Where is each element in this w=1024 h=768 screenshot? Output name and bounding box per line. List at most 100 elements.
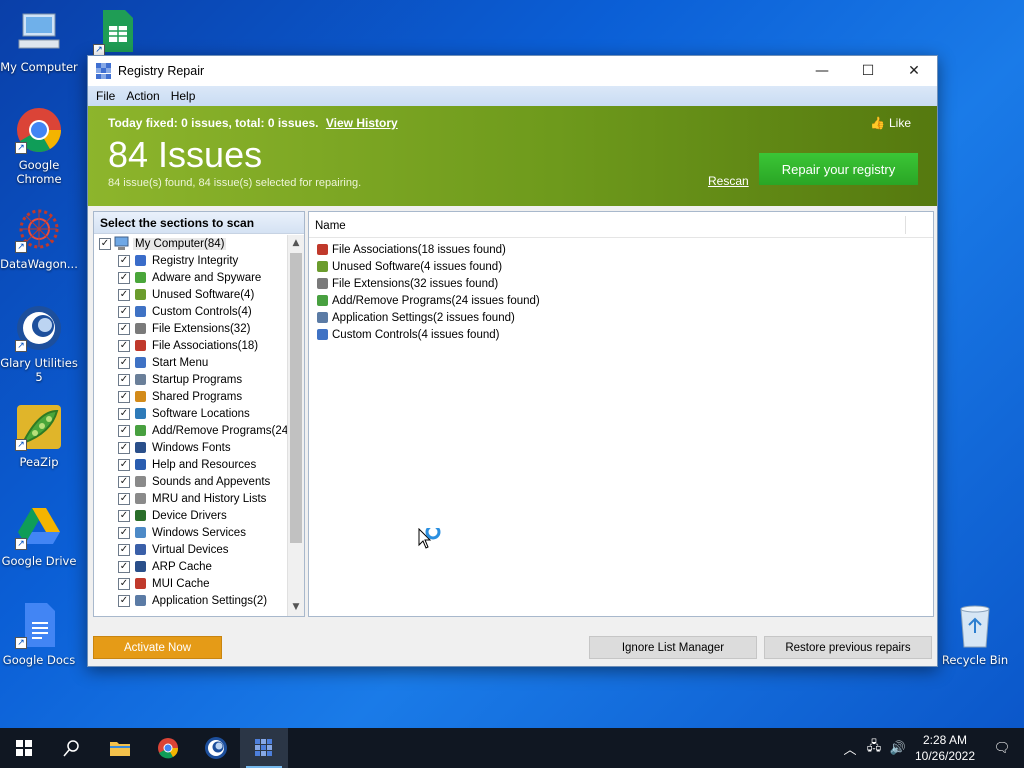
checkbox[interactable]: ✓: [118, 492, 130, 505]
tree-item[interactable]: ✓ Software Locations: [94, 405, 288, 422]
tree-item[interactable]: ✓ Startup Programs: [94, 371, 288, 388]
tree-item[interactable]: ✓ Unused Software(4): [94, 286, 288, 303]
tree-item[interactable]: ✓ Custom Controls(4): [94, 303, 288, 320]
section-icon: [133, 508, 148, 523]
checkbox[interactable]: ✓: [118, 254, 130, 267]
scroll-up-icon[interactable]: ▲: [288, 235, 304, 252]
tree-item[interactable]: ✓ MRU and History Lists: [94, 490, 288, 507]
checkbox[interactable]: ✓: [118, 356, 130, 369]
title-bar[interactable]: Registry Repair — ☐ ✕: [88, 56, 937, 86]
shortcut-arrow-icon: ↗: [15, 439, 27, 451]
tree-item[interactable]: ✓ Start Menu: [94, 354, 288, 371]
checkbox[interactable]: ✓: [118, 271, 130, 284]
tree-item-label: Adware and Spyware: [152, 271, 262, 284]
system-tray: ︿ 🖧 🔊 2:28 AM 10/26/2022 🗨: [838, 728, 1024, 768]
column-header-name[interactable]: Name: [309, 212, 933, 238]
desktop-icon-google-drive[interactable]: ↗ Google Drive: [0, 502, 78, 568]
desktop-icon-datawagon[interactable]: ↗ DataWagon...: [0, 205, 78, 271]
tree-item[interactable]: ✓ Help and Resources: [94, 456, 288, 473]
checkbox[interactable]: ✓: [118, 407, 130, 420]
issue-row[interactable]: Add/Remove Programs(24 issues found): [315, 292, 933, 309]
checkbox[interactable]: ✓: [118, 441, 130, 454]
menu-help[interactable]: Help: [169, 89, 205, 103]
network-icon[interactable]: 🖧: [862, 737, 886, 759]
tree-item[interactable]: ✓ Sounds and Appevents: [94, 473, 288, 490]
tree-item[interactable]: ✓ MUI Cache: [94, 575, 288, 592]
menu-action[interactable]: Action: [124, 89, 168, 103]
issue-row[interactable]: File Associations(18 issues found): [315, 241, 933, 258]
desktop-icon-google-docs[interactable]: ↗ Google Docs: [0, 601, 78, 667]
desktop-icon-my-computer[interactable]: My Computer: [0, 8, 78, 74]
start-button[interactable]: [0, 728, 48, 768]
tree-item[interactable]: ✓ Shared Programs: [94, 388, 288, 405]
scroll-down-icon[interactable]: ▼: [288, 599, 304, 616]
checkbox[interactable]: ✓: [118, 305, 130, 318]
like-button[interactable]: 👍 Like: [870, 116, 911, 130]
restore-previous-repairs-button[interactable]: Restore previous repairs: [764, 636, 932, 659]
checkbox[interactable]: ✓: [118, 543, 130, 556]
checkbox[interactable]: ✓: [118, 373, 130, 386]
tree-item[interactable]: ✓ Virtual Devices: [94, 541, 288, 558]
repair-registry-button[interactable]: Repair your registry: [759, 153, 918, 185]
checkbox[interactable]: ✓: [118, 526, 130, 539]
issue-row[interactable]: File Extensions(32 issues found): [315, 275, 933, 292]
tree-item[interactable]: ✓ Device Drivers: [94, 507, 288, 524]
tree-item[interactable]: ✓ File Associations(18): [94, 337, 288, 354]
checkbox[interactable]: ✓: [118, 424, 130, 437]
checkbox[interactable]: ✓: [118, 390, 130, 403]
desktop-icon-peazip[interactable]: ↗ PeaZip: [0, 403, 78, 469]
chevron-up-icon[interactable]: ︿: [838, 739, 862, 758]
close-button[interactable]: ✕: [891, 56, 937, 86]
tree-item-label: Custom Controls(4): [152, 305, 252, 318]
volume-icon[interactable]: 🔊: [886, 740, 910, 756]
tree-item[interactable]: ✓ File Extensions(32): [94, 320, 288, 337]
tree-item[interactable]: ✓ Windows Services: [94, 524, 288, 541]
checkbox[interactable]: ✓: [118, 339, 130, 352]
desktop-icon-glary-utilities[interactable]: ↗ Glary Utilities 5: [0, 304, 78, 384]
checkbox[interactable]: ✓: [118, 458, 130, 471]
desktop-icon-google-chrome[interactable]: ↗ Google Chrome: [0, 106, 78, 186]
tree-root-label: My Computer(84): [133, 237, 227, 250]
maximize-button[interactable]: ☐: [845, 56, 891, 86]
checkbox[interactable]: ✓: [99, 237, 111, 250]
column-separator[interactable]: [905, 216, 906, 234]
desktop-icon-label: Recycle Bin: [941, 653, 1009, 667]
issue-row[interactable]: Application Settings(2 issues found): [315, 309, 933, 326]
ignore-list-manager-button[interactable]: Ignore List Manager: [589, 636, 757, 659]
tree-item[interactable]: ✓ Application Settings(2): [94, 592, 288, 609]
tree-item[interactable]: ✓ ARP Cache: [94, 558, 288, 575]
clock[interactable]: 2:28 AM 10/26/2022: [910, 732, 980, 764]
desktop-icon-spreadsheet[interactable]: ↗: [78, 8, 156, 60]
tree-item[interactable]: ✓ Add/Remove Programs(24): [94, 422, 288, 439]
tree-item[interactable]: ✓ Adware and Spyware: [94, 269, 288, 286]
checkbox[interactable]: ✓: [118, 560, 130, 573]
minimize-button[interactable]: —: [799, 56, 845, 86]
desktop-icon-recycle-bin[interactable]: Recycle Bin: [936, 601, 1014, 667]
view-history-link[interactable]: View History: [326, 116, 398, 130]
issue-list: File Associations(18 issues found) Unused…: [309, 238, 933, 343]
tree-item[interactable]: ✓ Windows Fonts: [94, 439, 288, 456]
checkbox[interactable]: ✓: [118, 509, 130, 522]
tree-root[interactable]: ✓ My Computer(84): [94, 235, 288, 252]
checkbox[interactable]: ✓: [118, 475, 130, 488]
taskbar-registry-repair[interactable]: [240, 728, 288, 768]
checkbox[interactable]: ✓: [118, 288, 130, 301]
issue-row[interactable]: Custom Controls(4 issues found): [315, 326, 933, 343]
desktop-icon-label: Google Chrome: [16, 158, 62, 186]
scrollbar-thumb[interactable]: [290, 253, 302, 543]
checkbox[interactable]: ✓: [118, 594, 130, 607]
taskbar-chrome[interactable]: [144, 728, 192, 768]
taskbar-glary-utilities[interactable]: [192, 728, 240, 768]
checkbox[interactable]: ✓: [118, 322, 130, 335]
search-button[interactable]: [48, 728, 96, 768]
menu-file[interactable]: File: [94, 89, 124, 103]
notifications-icon[interactable]: 🗨: [980, 740, 1024, 756]
like-label: Like: [888, 116, 911, 130]
rescan-link[interactable]: Rescan: [708, 174, 749, 188]
tree-item[interactable]: ✓ Registry Integrity: [94, 252, 288, 269]
activate-now-button[interactable]: Activate Now: [93, 636, 222, 659]
tree-scrollbar[interactable]: ▲ ▼: [287, 235, 304, 616]
checkbox[interactable]: ✓: [118, 577, 130, 590]
issue-row[interactable]: Unused Software(4 issues found): [315, 258, 933, 275]
taskbar-file-explorer[interactable]: [96, 728, 144, 768]
